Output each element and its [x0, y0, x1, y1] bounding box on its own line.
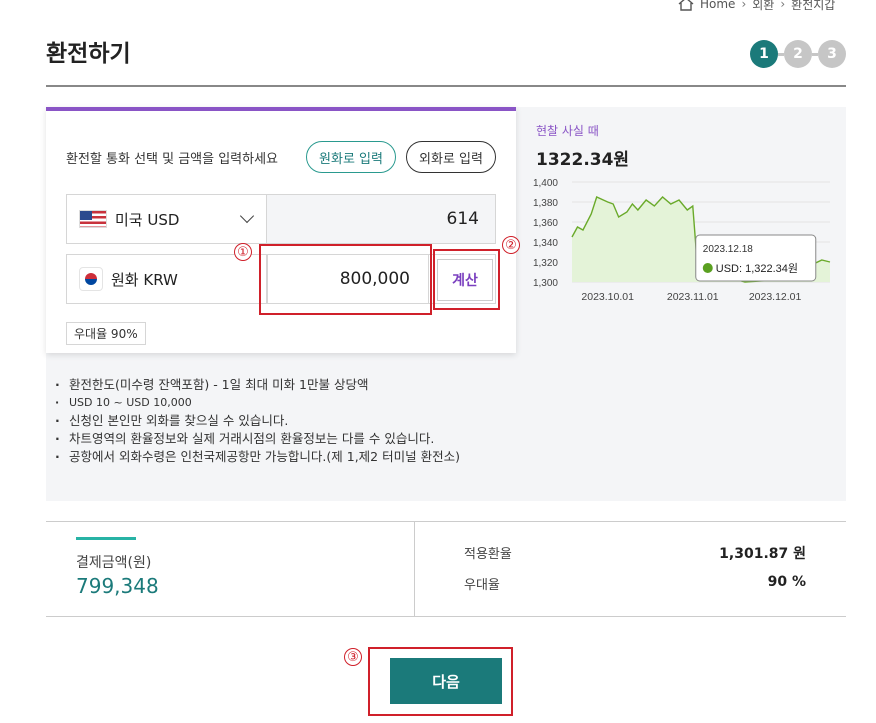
currency-select-label: 미국 USD [115, 210, 180, 229]
breadcrumb-level2[interactable]: 외환 [752, 0, 774, 13]
discount-label: 우대율 [464, 578, 500, 593]
tooltip-series-dot [702, 263, 713, 273]
note-item: 차트영역의 환율정보와 실제 거래시점의 환율정보는 다를 수 있습니다. [55, 430, 460, 448]
chevron-right-icon: › [741, 0, 747, 11]
note-item: USD 10 ~ USD 10,000 [55, 394, 460, 412]
exchange-input-card: 환전할 통화 선택 및 금액을 입력하세요 원화로 입력 외화로 입력 미국 U… [46, 107, 516, 353]
note-item: 환전한도(미수령 잔액포함) - 1일 최대 미화 1만불 상당액 [55, 376, 460, 394]
us-flag-icon [79, 210, 107, 228]
chart-current-rate: 1322.34원 [536, 150, 630, 170]
rate-chart-svg: 1,400 1,380 1,360 1,340 1,320 1,300 2023.10.01… [533, 178, 831, 303]
step-3: 3 [818, 40, 846, 68]
foreign-amount: 614 [267, 195, 495, 243]
chart-caption: 현찰 사실 때 [536, 124, 599, 138]
chevron-right-icon: › [780, 0, 786, 11]
breadcrumb-home[interactable]: Home [700, 0, 735, 11]
annotation-number-3: ③ [344, 648, 362, 666]
discount-badge: 우대율 90% [66, 322, 146, 345]
y-tick-label: 1,380 [533, 198, 558, 209]
summary-accent-bar [76, 537, 136, 540]
tooltip-value: USD: 1,322.34원 [716, 262, 798, 275]
currency-select[interactable]: 미국 USD [67, 195, 267, 243]
y-tick-label: 1,340 [533, 238, 558, 249]
page-title: 환전하기 [46, 41, 131, 67]
step-indicator: 1 2 3 [750, 40, 846, 68]
note-item: 신청인 본인만 외화를 찾으실 수 있습니다. [55, 412, 460, 430]
notes-list: 환전한도(미수령 잔액포함) - 1일 최대 미화 1만불 상당액 USD 10… [55, 376, 460, 466]
next-button[interactable]: 다음 [390, 658, 502, 704]
krw-currency-label: 원화 KRW [67, 255, 267, 303]
breadcrumb: Home › 외환 › 환전지갑 [678, 0, 835, 14]
applied-rate-value: 1,301.87 원 [719, 546, 806, 562]
step-2: 2 [784, 40, 812, 68]
krw-input-button[interactable]: 원화로 입력 [306, 141, 396, 173]
payment-amount: 799,348 [76, 574, 159, 598]
payment-label: 결제금액(원) [76, 555, 152, 571]
y-tick-label: 1,300 [533, 278, 558, 289]
x-tick-label: 2023.10.01 [581, 291, 634, 303]
tooltip-date: 2023.12.18 [703, 244, 753, 255]
x-tick-label: 2023.11.01 [667, 291, 719, 303]
breadcrumb-level3[interactable]: 환전지갑 [791, 0, 835, 13]
title-divider [46, 85, 846, 87]
y-tick-label: 1,320 [533, 258, 558, 269]
annotation-box-2 [433, 249, 500, 310]
foreign-input-button[interactable]: 외화로 입력 [406, 141, 496, 173]
note-item: 공항에서 외화수령은 인천국제공항만 가능합니다.(제 1,제2 터미널 환전소… [55, 448, 460, 466]
chevron-down-icon [239, 208, 255, 224]
summary-divider [414, 522, 415, 616]
foreign-currency-row: 미국 USD 614 [66, 194, 496, 244]
chart-tooltip: 2023.12.18 USD: 1,322.34원 [695, 234, 817, 282]
annotation-box-1 [259, 244, 432, 315]
home-icon[interactable] [678, 0, 694, 11]
annotation-number-2: ② [502, 236, 520, 254]
payment-summary: 결제금액(원) 799,348 적용환율 1,301.87 원 우대율 90 % [46, 521, 846, 617]
applied-rate-label: 적용환율 [464, 547, 512, 562]
krw-currency-text: 원화 KRW [111, 270, 178, 289]
discount-value: 90 % [767, 574, 806, 590]
x-tick-label: 2023.12.01 [749, 291, 802, 303]
y-tick-label: 1,360 [533, 218, 558, 229]
instruction-text: 환전할 통화 선택 및 금액을 입력하세요 [66, 152, 279, 167]
annotation-number-1: ① [234, 243, 252, 261]
step-1: 1 [750, 40, 778, 68]
y-tick-label: 1,400 [533, 178, 558, 189]
kr-flag-icon [79, 267, 103, 291]
